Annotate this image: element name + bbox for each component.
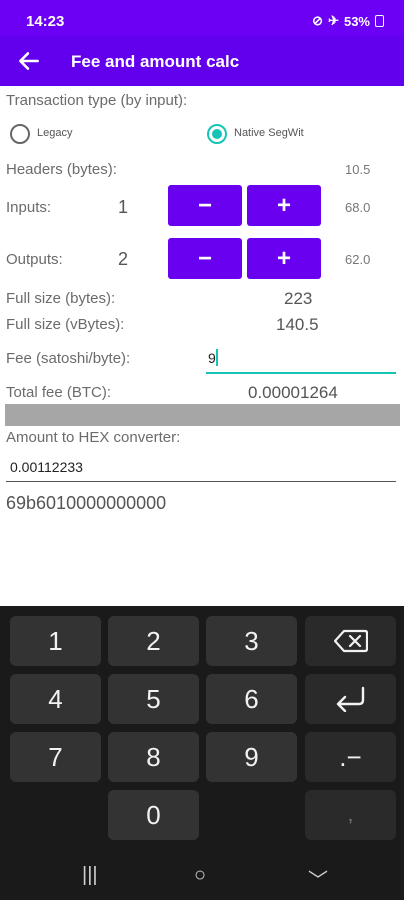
home-icon[interactable]: ○: [194, 864, 206, 887]
battery-icon: [375, 15, 384, 27]
amount-input[interactable]: 0.00112233: [6, 454, 396, 482]
key-0[interactable]: 0: [108, 790, 199, 840]
inputs-label: Inputs:: [6, 199, 52, 216]
do-not-disturb-icon: ⊘: [312, 13, 324, 28]
key-1[interactable]: 1: [10, 616, 101, 666]
back-nav-icon[interactable]: ﹀: [308, 864, 328, 893]
full-size-value: 223: [284, 289, 313, 308]
hex-output: 69b6010000000000: [6, 493, 167, 513]
comma-key[interactable]: ,: [305, 790, 396, 840]
key-2[interactable]: 2: [108, 616, 199, 666]
battery-percent: 53%: [343, 13, 370, 29]
page-title: Fee and amount calc: [71, 52, 240, 71]
status-time: 14:23: [26, 13, 65, 30]
backspace-key[interactable]: [305, 616, 396, 666]
fee-input[interactable]: 9: [206, 346, 396, 374]
total-fee-label: Total fee (BTC):: [6, 384, 112, 401]
inputs-value: 68.0: [345, 200, 371, 215]
enter-key[interactable]: [305, 674, 396, 724]
dot-minus-key[interactable]: .−: [305, 732, 396, 782]
status-bar: 14:23 ⊘ ✈ 53%: [0, 0, 404, 36]
headers-label: Headers (bytes):: [6, 161, 117, 178]
radio-legacy[interactable]: [10, 124, 30, 144]
airplane-icon: ✈: [328, 13, 339, 28]
tx-type-label: Transaction type (by input):: [6, 92, 188, 109]
key-6[interactable]: 6: [206, 674, 297, 724]
key-3[interactable]: 3: [206, 616, 297, 666]
inputs-count: 1: [118, 197, 129, 217]
text-caret: [215, 349, 218, 366]
full-vsize-value: 140.5: [276, 315, 319, 334]
outputs-label: Outputs:: [6, 251, 63, 268]
radio-legacy-label[interactable]: Legacy: [37, 127, 72, 139]
back-arrow-icon[interactable]: [16, 48, 42, 74]
key-8[interactable]: 8: [108, 732, 199, 782]
fee-bar: [5, 404, 400, 426]
key-7[interactable]: 7: [10, 732, 101, 782]
full-vsize-label: Full size (vBytes):: [6, 316, 125, 333]
inputs-minus-button[interactable]: −: [168, 185, 242, 226]
inputs-plus-button[interactable]: +: [247, 185, 321, 226]
full-size-label: Full size (bytes):: [6, 290, 116, 307]
nav-bar: ||| ○ ﹀: [0, 850, 404, 900]
radio-native-segwit[interactable]: [207, 124, 227, 144]
outputs-minus-button[interactable]: −: [168, 238, 242, 279]
outputs-value: 62.0: [345, 252, 371, 267]
radio-native-segwit-label[interactable]: Native SegWit: [234, 127, 304, 139]
headers-value: 10.5: [345, 162, 371, 177]
fee-input-value: 9: [208, 350, 216, 366]
key-9[interactable]: 9: [206, 732, 297, 782]
key-4[interactable]: 4: [10, 674, 101, 724]
hex-converter-label: Amount to HEX converter:: [6, 429, 181, 446]
recent-apps-icon[interactable]: |||: [82, 864, 98, 887]
app-bar: Fee and amount calc: [0, 36, 404, 86]
outputs-plus-button[interactable]: +: [247, 238, 321, 279]
key-5[interactable]: 5: [108, 674, 199, 724]
enter-icon: [336, 686, 364, 712]
fee-label: Fee (satoshi/byte):: [6, 350, 131, 367]
outputs-count: 2: [118, 249, 129, 269]
total-fee-value: 0.00001264: [248, 383, 338, 402]
backspace-icon: [333, 629, 368, 653]
status-icons: ⊘ ✈ 53%: [312, 13, 384, 29]
